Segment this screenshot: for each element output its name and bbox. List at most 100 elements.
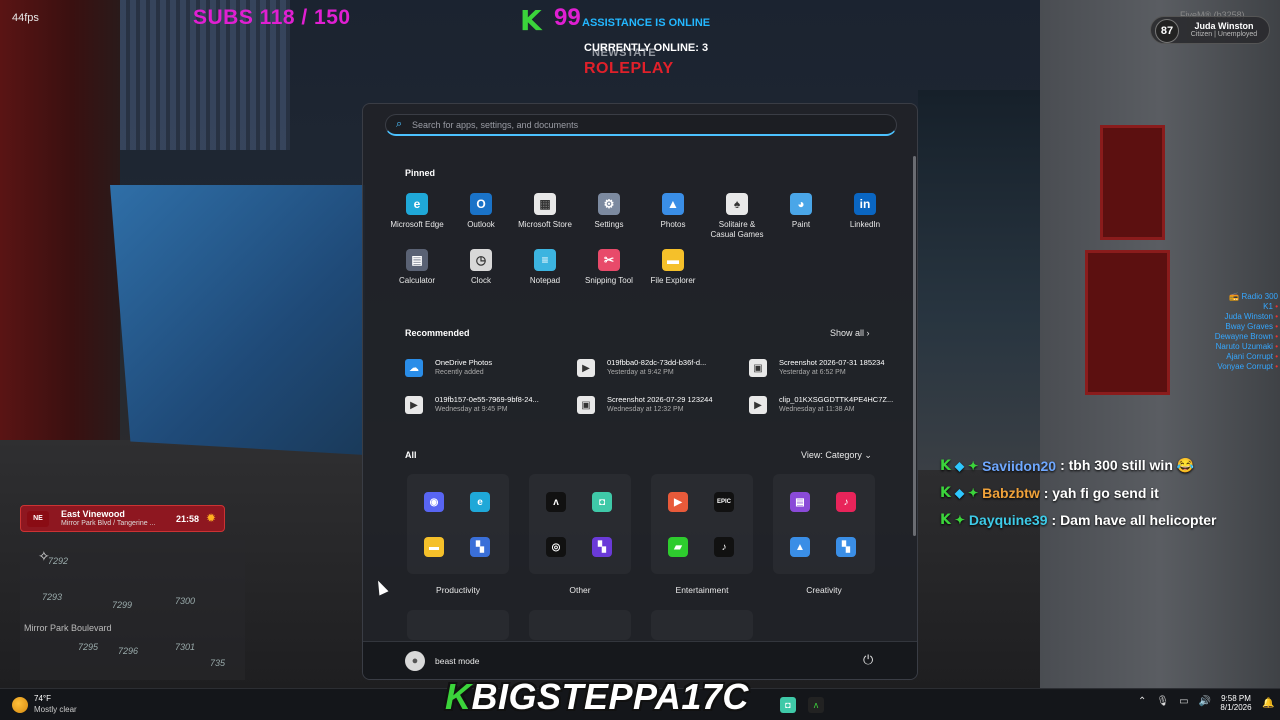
star-badge-icon: ✦ — [954, 512, 965, 527]
pinned-app[interactable]: ✂ Snipping Tool — [577, 249, 641, 301]
minimap-number: 7301 — [175, 642, 196, 652]
pinned-app[interactable]: ≡ Notepad — [513, 249, 577, 301]
player-name: Juda Winston — [1194, 21, 1254, 31]
category-folder[interactable] — [651, 610, 753, 640]
recommended-item[interactable]: ▶ clip_01KXSGGDTTK4PE4HC7Z... Wednesday at… — [749, 392, 909, 418]
view-category-dropdown[interactable]: View: Category ⌄ — [801, 450, 872, 461]
photos-icon: ▲ — [790, 537, 810, 557]
category-folder[interactable]: ʌ ◘ ◎ ▚ — [529, 474, 631, 574]
subs-goal: SUBS 118 / 150 — [193, 6, 351, 29]
video-file-icon: ▶ — [405, 396, 423, 414]
radio-member: Dewayne Brown • — [1214, 332, 1278, 341]
player-card: 87 Juda Winston Citizen | Unemployed — [1150, 16, 1270, 44]
category-folder[interactable]: ▶ EPIC ▰ ♪ — [651, 474, 753, 574]
category-label: Creativity — [806, 585, 842, 595]
start-search-box[interactable]: ⌕ — [385, 114, 897, 136]
weather-condition[interactable]: Mostly clear — [34, 705, 77, 714]
pinned-app-label: File Explorer — [650, 276, 696, 285]
recommended-item[interactable]: ▶ 019fbba0-82dc-73dd-b36f-d... Yesterday a… — [577, 355, 737, 381]
pinned-app[interactable]: e Microsoft Edge — [385, 193, 449, 245]
recommended-item-name: OneDrive Photos — [435, 358, 493, 367]
radio-member: Naruto Uzumaki • — [1215, 342, 1278, 351]
scrollbar[interactable] — [913, 156, 916, 536]
microphone-icon[interactable]: 🎙 — [1156, 696, 1169, 707]
category-label: Other — [569, 585, 591, 595]
minimap-number: 735 — [210, 658, 226, 668]
sub-badge-icon: ◆ — [954, 458, 965, 473]
recommended-item-name: 019fbba0-82dc-73dd-b36f-d... — [607, 358, 707, 367]
sun-icon: ✹ — [206, 511, 217, 525]
radio-member: Juda Winston • — [1224, 312, 1278, 321]
user-name[interactable]: beast mode — [435, 656, 479, 666]
clock-icon: ◷ — [470, 249, 492, 271]
mini-apps-icon: ▚ — [470, 537, 490, 557]
game-bar-icon[interactable]: ◘ — [780, 697, 796, 713]
clock-date: 8/1/2026 — [1220, 703, 1252, 712]
photos-icon: ▲ — [662, 193, 684, 215]
category-folder[interactable]: ▤ ♪ ▲ ▚ — [773, 474, 875, 574]
network-icon[interactable]: ▭ — [1179, 696, 1188, 707]
power-icon[interactable]: ⏻ — [863, 652, 873, 668]
location-card: NE East Vinewood Mirror Park Blvd / Tang… — [20, 505, 225, 532]
pinned-app[interactable]: ▦ Microsoft Store — [513, 193, 577, 245]
show-all-button[interactable]: Show all › — [830, 328, 870, 338]
recommended-item[interactable]: ☁ OneDrive Photos Recently added — [405, 355, 565, 381]
start-menu: ⌕ Pinned e Microsoft Edge O Outlook ▦ Microso… — [362, 103, 918, 680]
weather-temp[interactable]: 74°F — [34, 694, 51, 703]
recommended-item[interactable]: ▣ Screenshot 2026-07-29 123244 Wednesday a… — [577, 392, 737, 418]
calculator-icon: ▤ — [406, 249, 428, 271]
pinned-app[interactable]: ◕ Paint — [769, 193, 833, 245]
pinned-app[interactable]: ◷ Clock — [449, 249, 513, 301]
pinned-app[interactable]: ▬ File Explorer — [641, 249, 705, 301]
pinned-app[interactable]: ▲ Photos — [641, 193, 705, 245]
system-tray: ⌃ 🎙 ▭ 🔊 — [1138, 696, 1211, 707]
recommended-item-time: Wednesday at 9:45 PM — [435, 406, 508, 413]
pinned-app-label: Calculator — [398, 276, 435, 285]
mini-apps-icon: ▚ — [836, 537, 856, 557]
pinned-app-label: Snipping Tool — [585, 276, 633, 285]
pinned-app-label: LinkedIn — [849, 220, 881, 229]
paint-icon: ◕ — [790, 193, 812, 215]
category-folder[interactable]: ◉ e ▬ ▚ — [407, 474, 509, 574]
pinned-app[interactable]: ▤ Calculator — [385, 249, 449, 301]
pinned-app-label: Settings — [594, 220, 624, 229]
pinned-app[interactable]: O Outlook — [449, 193, 513, 245]
radio-member: Ajani Corrupt • — [1226, 352, 1278, 361]
search-input[interactable] — [412, 117, 882, 133]
minimap-number: 7296 — [118, 646, 139, 656]
recommended-item-time: Wednesday at 12:32 PM — [607, 406, 684, 413]
radio-member: K1 • — [1263, 302, 1278, 311]
recommended-item[interactable]: ▶ 019fb157-0e55-7969-9bf8-24... Wednesday … — [405, 392, 565, 418]
recommended-item[interactable]: ▣ Screenshot 2026-07-31 185234 Yesterday a… — [749, 355, 909, 381]
category-folder[interactable] — [407, 610, 509, 640]
pinned-app-label: Solitaire & Casual Games — [710, 220, 764, 239]
gear-icon: ⚙ — [598, 193, 620, 215]
pinned-title: Pinned — [405, 168, 436, 178]
tiktok-icon: ♪ — [714, 537, 734, 557]
video-file-icon: ▶ — [749, 396, 767, 414]
category-folder[interactable] — [529, 610, 631, 640]
chevron-up-icon[interactable]: ⌃ — [1138, 696, 1146, 707]
pinned-app-label: Microsoft Store — [518, 220, 572, 229]
outlook-icon: O — [470, 193, 492, 215]
notification-bell-icon[interactable]: 🔔 — [1262, 698, 1274, 709]
chat-text: : Dam have all helicopter — [1051, 511, 1217, 528]
recommended-item-time: Yesterday at 9:42 PM — [607, 369, 674, 376]
weather-icon[interactable] — [12, 697, 28, 713]
chat-username: Saviidon20 — [982, 457, 1057, 474]
pinned-app[interactable]: ♠ Solitaire & Casual Games — [705, 193, 769, 245]
chat-message: K ◆ ✦ Babzbtw: yah fi go send it — [940, 479, 1216, 506]
avatar[interactable]: ● — [405, 651, 425, 671]
nvidia-icon[interactable]: ʌ — [808, 697, 824, 713]
assistance-status: ASSISTANCE IS ONLINE — [582, 17, 711, 29]
xbox-game-pass-icon: ▰ — [668, 537, 688, 557]
pinned-app[interactable]: in LinkedIn — [833, 193, 897, 245]
minimap: ✧ 7292 7293 7299 7300 7295 7296 7301 735… — [20, 540, 245, 680]
background-sign — [1100, 125, 1165, 240]
user-bar: ● beast mode ⏻ — [363, 641, 917, 679]
volume-icon[interactable]: 🔊 — [1199, 696, 1211, 707]
folder-icon: ▬ — [424, 537, 444, 557]
taskbar-clock[interactable]: 9:58 PM 8/1/2026 — [1216, 694, 1256, 712]
pinned-app[interactable]: ⚙ Settings — [577, 193, 641, 245]
recommended-item-time: Wednesday at 11:38 AM — [779, 406, 855, 413]
